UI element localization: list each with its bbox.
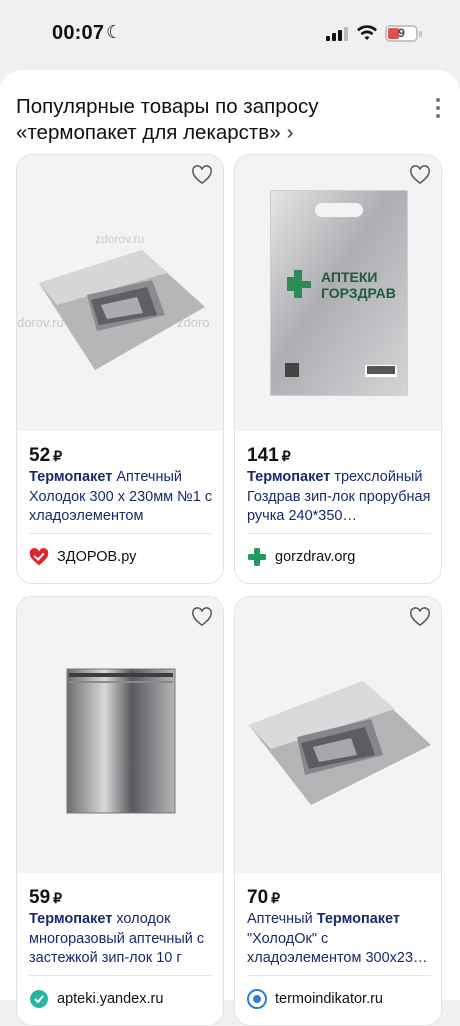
product-card[interactable]: 59 ₽ Термопакет холодок многоразовый апте…: [16, 596, 224, 1026]
divider: [247, 533, 431, 534]
watermark-text: zdorov.ru: [95, 232, 144, 246]
product-card[interactable]: 70 ₽ Аптечный Термопакет "ХолодОк" с хлад…: [234, 596, 442, 1026]
favorite-heart-icon[interactable]: [191, 607, 213, 627]
product-card[interactable]: АПТЕКИ ГОРЗДРАВ 141 ₽ Термопакет трехслой…: [234, 154, 442, 584]
favorite-heart-icon[interactable]: [409, 607, 431, 627]
bag-brand-text: АПТЕКИ: [321, 269, 378, 285]
wifi-icon: [357, 25, 377, 40]
divider: [247, 975, 431, 976]
search-results-panel: Популярные товары по запросу «термопакет…: [0, 70, 460, 1026]
product-title[interactable]: Термопакет Аптечный Холодок 300 х 230мм …: [29, 468, 217, 527]
product-title[interactable]: Аптечный Термопакет "ХолодОк" с хладоэле…: [247, 910, 435, 969]
product-price: 59 ₽: [29, 887, 63, 908]
shop-name: gorzdrav.org: [275, 549, 356, 565]
product-image: АПТЕКИ ГОРЗДРАВ: [235, 155, 441, 431]
shop-link[interactable]: apteki.yandex.ru: [29, 989, 163, 1009]
product-image: [17, 597, 223, 873]
moon-icon: ☾: [106, 22, 123, 42]
divider: [29, 533, 213, 534]
chevron-right-icon: ›: [286, 121, 294, 144]
shop-name: ЗДОРОВ.ру: [57, 549, 137, 565]
product-price: 70 ₽: [247, 887, 281, 908]
favorite-heart-icon[interactable]: [409, 165, 431, 185]
status-time: 00:07: [52, 22, 105, 44]
product-price: 52 ₽: [29, 445, 63, 466]
shop-name: termoindikator.ru: [275, 991, 383, 1007]
battery-icon: 9: [385, 25, 418, 42]
product-price: 141 ₽: [247, 445, 291, 466]
shop-link[interactable]: termoindikator.ru: [247, 989, 383, 1009]
section-title-text: Популярные товары по запросу «термопакет…: [16, 95, 319, 144]
product-image: [235, 597, 441, 873]
heart-check-icon: [29, 547, 49, 566]
cellular-signal-icon: [326, 27, 348, 41]
apteki-icon: [30, 990, 48, 1008]
shop-name: apteki.yandex.ru: [57, 991, 164, 1007]
divider: [29, 975, 213, 976]
svg-text:dorov.ru: dorov.ru: [17, 315, 64, 330]
svg-text:ГОРЗДРАВ: ГОРЗДРАВ: [321, 285, 396, 301]
section-title[interactable]: Популярные товары по запросу «термопакет…: [16, 94, 416, 146]
shop-link[interactable]: gorzdrav.org: [247, 547, 355, 567]
product-title[interactable]: Термопакет трехслойный Гоздрав зип-лок п…: [247, 468, 435, 527]
shop-link[interactable]: ЗДОРОВ.ру: [29, 547, 136, 567]
status-bar: 00:07 ☾ 9: [0, 0, 460, 68]
product-image: zdorov.ru dorov.ru zdoro: [17, 155, 223, 431]
product-card[interactable]: zdorov.ru dorov.ru zdoro 52 ₽ Термопакет …: [16, 154, 224, 584]
product-title[interactable]: Термопакет холодок многоразовый аптечный…: [29, 910, 217, 969]
more-options-icon[interactable]: [436, 98, 442, 118]
termo-icon: [247, 989, 267, 1009]
battery-level: 9: [398, 26, 405, 40]
green-cross-icon: [248, 548, 266, 566]
favorite-heart-icon[interactable]: [191, 165, 213, 185]
